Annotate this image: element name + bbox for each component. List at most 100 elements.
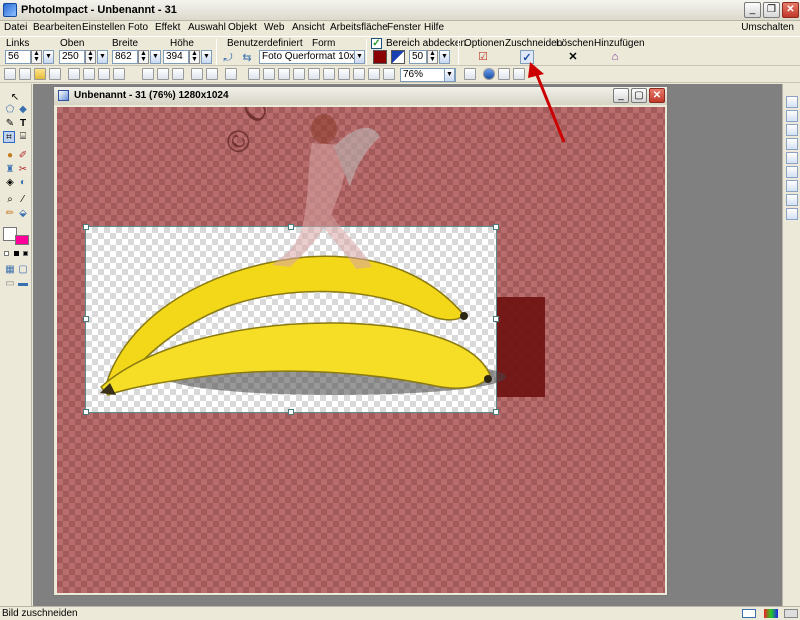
- text-tool-icon[interactable]: T: [17, 118, 29, 130]
- panel-gallery-icon[interactable]: [786, 110, 798, 122]
- breite-spinner[interactable]: ▲ ▼: [138, 50, 149, 64]
- frame-mode-icon[interactable]: ▢: [17, 264, 29, 276]
- menu-web[interactable]: Web: [264, 22, 284, 33]
- menu-einstellen[interactable]: Einstellen: [82, 22, 125, 33]
- links-dropdown-button[interactable]: ▼: [43, 50, 54, 64]
- crop-handle-bottom-middle[interactable]: [288, 409, 294, 415]
- menu-datei[interactable]: Datei: [4, 22, 27, 33]
- path-tool-icon[interactable]: ⌸: [17, 131, 29, 143]
- crop-handle-bottom-right[interactable]: [493, 409, 499, 415]
- mask-opacity-input[interactable]: 50: [409, 50, 427, 64]
- menu-ansicht[interactable]: Ansicht: [292, 22, 325, 33]
- panel-palette-icon[interactable]: [786, 180, 798, 192]
- undo-icon[interactable]: [191, 68, 203, 80]
- zoom-dropdown-button[interactable]: ▼: [444, 68, 455, 82]
- redo-icon[interactable]: [206, 68, 218, 80]
- menu-bearbeiten[interactable]: Bearbeiten: [33, 22, 81, 33]
- transform-tool-icon[interactable]: ⬠: [4, 104, 16, 116]
- options-checkbox-icon[interactable]: ☑: [476, 50, 490, 64]
- menu-auswahl[interactable]: Auswahl: [188, 22, 226, 33]
- oben-spinner[interactable]: ▲ ▼: [85, 50, 96, 64]
- easy-palette-icon[interactable]: [308, 68, 320, 80]
- crop-rotate-icon[interactable]: ⤾: [221, 51, 235, 65]
- panel-easy-palette-icon[interactable]: [786, 208, 798, 220]
- oben-input[interactable]: 250: [59, 50, 85, 64]
- menu-arbeitsflaeche[interactable]: Arbeitsfläche: [330, 22, 388, 33]
- crop-handle-bottom-left[interactable]: [83, 409, 89, 415]
- form-dropdown-button[interactable]: ▼: [354, 50, 365, 64]
- document-icon[interactable]: [323, 68, 335, 80]
- save-icon[interactable]: [49, 68, 61, 80]
- import-icon[interactable]: [464, 68, 476, 80]
- help-icon[interactable]: [483, 68, 495, 80]
- layer-manager-icon[interactable]: [263, 68, 275, 80]
- paint-tool-icon[interactable]: ●: [4, 150, 16, 162]
- image-canvas[interactable]: © Claudia: [57, 107, 665, 593]
- mail-icon[interactable]: [498, 68, 510, 80]
- add-preset-icon[interactable]: ⌂: [608, 50, 622, 64]
- background-color-swatch[interactable]: [15, 235, 29, 245]
- crop-handle-middle-left[interactable]: [83, 316, 89, 322]
- apply-crop-checkmark-icon[interactable]: ✓: [520, 50, 534, 64]
- crop-handle-top-left[interactable]: [83, 224, 89, 230]
- panel-toggle-icon[interactable]: [293, 68, 305, 80]
- menu-effekt[interactable]: Effekt: [155, 22, 180, 33]
- photoimpact-app-icon[interactable]: [3, 3, 17, 17]
- doc-minimize-button[interactable]: _: [613, 88, 629, 103]
- menu-foto[interactable]: Foto: [128, 22, 148, 33]
- crop-swap-icon[interactable]: ⇆: [240, 51, 254, 65]
- pen-tool-icon[interactable]: ✏: [4, 208, 16, 220]
- window-icon[interactable]: [353, 68, 365, 80]
- selection-tool-icon[interactable]: ✎: [4, 118, 16, 130]
- bereich-abdecken-checkbox[interactable]: ✓: [371, 38, 382, 49]
- crop-handle-top-right[interactable]: [493, 224, 499, 230]
- zoom-tool-icon[interactable]: ⌕: [4, 194, 16, 206]
- crop-handle-middle-right[interactable]: [493, 316, 499, 322]
- close-button[interactable]: ✕: [782, 2, 799, 18]
- panel-icon[interactable]: [368, 68, 380, 80]
- links-input[interactable]: 56: [5, 50, 31, 64]
- hoehe-input[interactable]: 394: [163, 50, 189, 64]
- print-preview-icon[interactable]: [83, 68, 95, 80]
- layer-mode-icon[interactable]: ▭: [4, 278, 16, 290]
- menu-fenster[interactable]: Fenster: [387, 22, 421, 33]
- reset-colors-icon[interactable]: [4, 251, 9, 256]
- menu-umschalten[interactable]: Umschalten: [741, 22, 794, 33]
- mask-opacity-spinner[interactable]: ▲ ▼: [427, 50, 438, 64]
- default-colors-icon[interactable]: [23, 251, 28, 256]
- crop-tool-icon[interactable]: ⌗: [3, 131, 15, 143]
- tool-toggle-icon[interactable]: [278, 68, 290, 80]
- document-icon[interactable]: [58, 90, 69, 101]
- mask-mode-icon[interactable]: ▬: [17, 278, 29, 290]
- panel-library-icon[interactable]: [786, 124, 798, 136]
- open-folder-icon[interactable]: [34, 68, 46, 80]
- retouch-tool-icon[interactable]: ✂: [17, 164, 29, 176]
- print-icon[interactable]: [68, 68, 80, 80]
- panel-history-icon[interactable]: [786, 152, 798, 164]
- grid-mode-icon[interactable]: ▦: [4, 264, 16, 276]
- shape-tool-icon[interactable]: ◆: [17, 104, 29, 116]
- fill-tool-icon[interactable]: ◐: [17, 177, 29, 189]
- minimize-button[interactable]: _: [744, 2, 761, 18]
- breite-input[interactable]: 862: [112, 50, 138, 64]
- cancel-crop-x-icon[interactable]: ✕: [566, 50, 580, 64]
- links-spinner[interactable]: ▲ ▼: [31, 50, 42, 64]
- scan-icon[interactable]: [98, 68, 110, 80]
- acquire-icon[interactable]: [113, 68, 125, 80]
- paste-icon[interactable]: [172, 68, 184, 80]
- breite-dropdown-button[interactable]: ▼: [150, 50, 161, 64]
- maximize-button[interactable]: ❐: [763, 2, 780, 18]
- panel-quick-command-icon[interactable]: [786, 166, 798, 178]
- brush-tool-icon[interactable]: ✐: [17, 150, 29, 162]
- document-window[interactable]: Unbenannt - 31 (76%) 1280x1024 _ ▢ ✕: [53, 86, 668, 596]
- form-select[interactable]: Foto Querformat 10x15 c: [259, 50, 355, 64]
- oben-dropdown-button[interactable]: ▼: [97, 50, 108, 64]
- cut-icon[interactable]: [142, 68, 154, 80]
- eyedropper-tool-icon[interactable]: ⁄: [17, 194, 29, 206]
- panel-preview-icon[interactable]: [786, 194, 798, 206]
- panel-object-icon[interactable]: [786, 138, 798, 150]
- fullscreen-icon[interactable]: [383, 68, 395, 80]
- mask-gradient-swatch[interactable]: [391, 50, 405, 64]
- copy-icon[interactable]: [157, 68, 169, 80]
- web-icon[interactable]: [513, 68, 525, 80]
